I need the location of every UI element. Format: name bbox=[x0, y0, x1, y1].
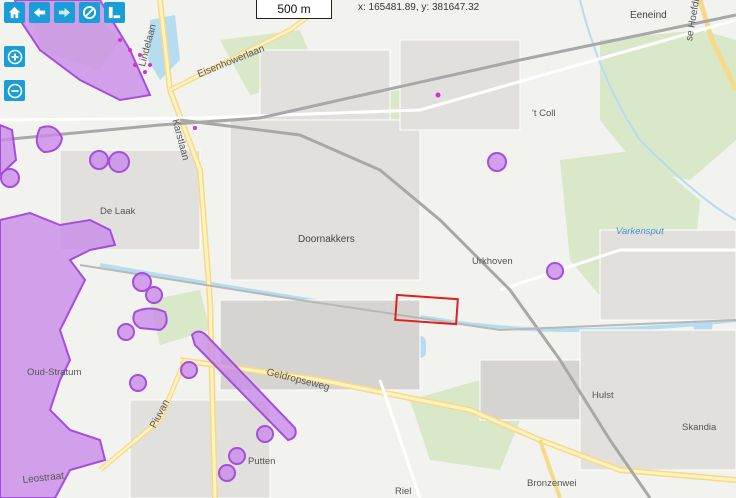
place-label-putten: Putten bbox=[248, 456, 276, 467]
scale-bar: 500 m bbox=[256, 0, 332, 19]
minus-circle-icon bbox=[7, 83, 22, 98]
zoom-out-button[interactable] bbox=[4, 80, 25, 101]
place-label-doornakkers: Doornakkers bbox=[298, 234, 355, 245]
place-label-eeneind: Eeneind bbox=[630, 10, 667, 21]
plus-circle-icon bbox=[7, 49, 22, 64]
zoom-in-button[interactable] bbox=[4, 46, 25, 67]
no-layers-button[interactable] bbox=[79, 2, 100, 23]
place-label-bronzenwei: Bronzenwei bbox=[527, 478, 577, 489]
water-label-varkensput: Varkensput bbox=[616, 226, 664, 237]
arrow-left-icon bbox=[33, 7, 46, 18]
place-label-hulst: Hulst bbox=[592, 390, 614, 401]
map-canvas[interactable] bbox=[0, 0, 736, 498]
place-label-oud-stratum: Oud-Stratum bbox=[27, 367, 82, 378]
home-icon bbox=[8, 6, 21, 19]
place-label-de-laak: De Laak bbox=[100, 206, 136, 217]
arrow-right-icon bbox=[58, 7, 71, 18]
map-toolbar bbox=[4, 2, 125, 23]
back-button[interactable] bbox=[29, 2, 50, 23]
home-button[interactable] bbox=[4, 2, 25, 23]
panel-icon bbox=[108, 6, 121, 19]
forward-button[interactable] bbox=[54, 2, 75, 23]
coordinate-readout: x: 165481.89, y: 381647.32 bbox=[358, 2, 480, 13]
place-label-urkhoven: Urkhoven bbox=[472, 256, 513, 267]
place-label-riel: Riel bbox=[395, 486, 412, 497]
prohibited-icon bbox=[82, 5, 97, 20]
layers-panel-button[interactable] bbox=[104, 2, 125, 23]
place-label-t-coll: 't Coll bbox=[532, 108, 556, 119]
place-label-skandia: Skandia bbox=[682, 422, 717, 433]
